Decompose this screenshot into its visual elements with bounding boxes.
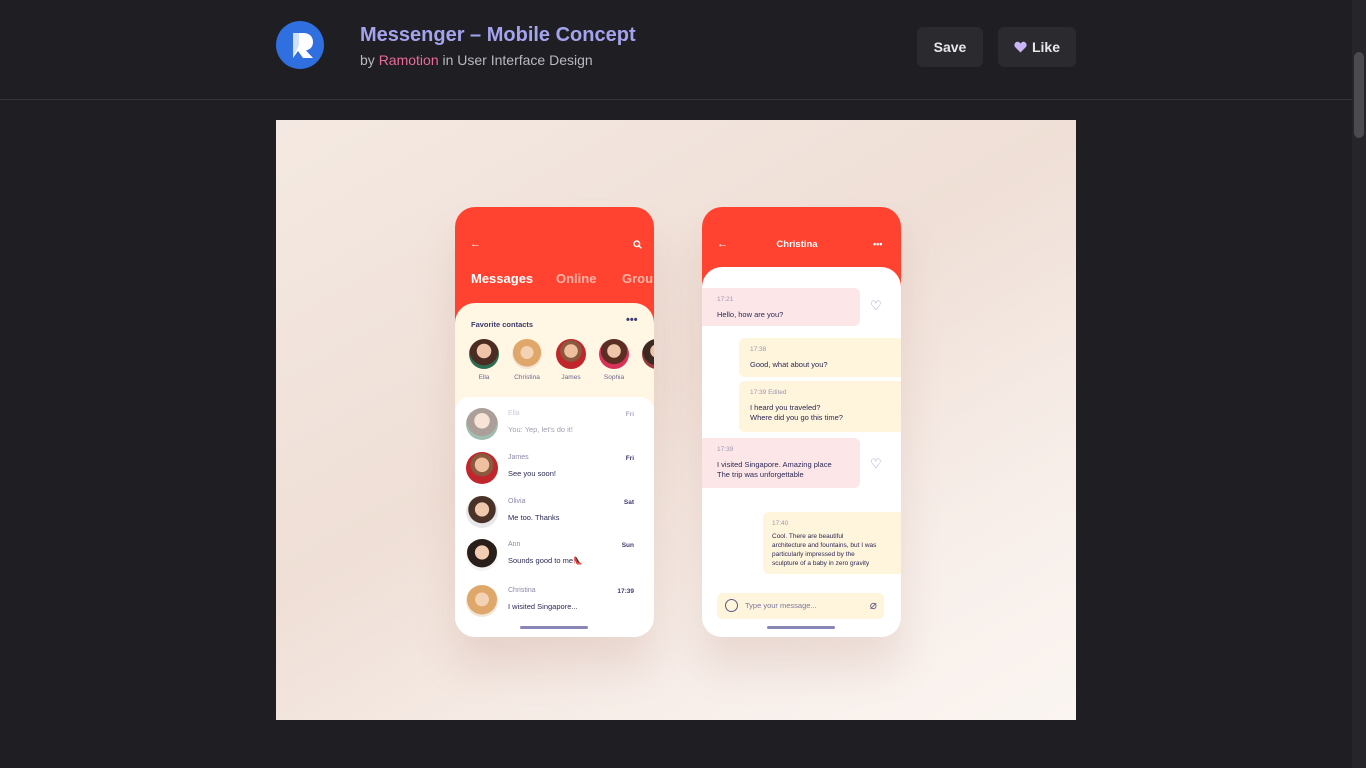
search-icon bbox=[633, 240, 642, 252]
favorite-contact: Ol bbox=[637, 339, 654, 381]
chat-phone: ← Christina ••• 17:21 Hello, how are you… bbox=[702, 207, 901, 637]
favorite-contact: James bbox=[551, 339, 591, 381]
list-item: Ann Sounds good to me👠 Sun bbox=[455, 539, 654, 579]
avatar bbox=[466, 539, 498, 571]
heart-icon: ♡ bbox=[870, 298, 882, 313]
message-bubble: 17:39 I visited Singapore. Amazing place… bbox=[702, 438, 860, 488]
conversation-list: Ella You: Yep, let's do it! Fri James Se… bbox=[455, 397, 654, 637]
list-item: Christina I wisited Singapore... 17:39 bbox=[455, 585, 654, 625]
message-bubble: 17:39 Edited I heard you traveled? Where… bbox=[739, 381, 901, 432]
avatar bbox=[556, 339, 586, 369]
like-label: Like bbox=[1031, 39, 1060, 55]
shot-image: ← Messages Online Grou Favorite contacts… bbox=[276, 120, 1076, 720]
message-composer: Type your message... ⌀ bbox=[717, 593, 884, 619]
by-label: by bbox=[360, 52, 375, 68]
shot-header: Messenger – Mobile Concept by Ramotion i… bbox=[0, 0, 1352, 100]
messages-phone: ← Messages Online Grou Favorite contacts… bbox=[455, 207, 654, 637]
list-item: James See you soon! Fri bbox=[455, 452, 654, 492]
list-item: Ella You: Yep, let's do it! Fri bbox=[455, 408, 654, 448]
message-bubble: 17:38 Good, what about you? bbox=[739, 338, 901, 377]
save-button[interactable]: Save bbox=[917, 27, 983, 67]
message-input-placeholder: Type your message... bbox=[745, 601, 817, 610]
avatar bbox=[642, 339, 654, 369]
more-dots-icon: ••• bbox=[626, 314, 638, 326]
avatar bbox=[466, 585, 498, 617]
shot-byline: by Ramotion in User Interface Design bbox=[360, 52, 593, 68]
ramotion-logo[interactable] bbox=[276, 21, 324, 69]
favorite-contact: Christina bbox=[507, 339, 547, 381]
avatar bbox=[512, 339, 542, 369]
page-scrollbar[interactable] bbox=[1352, 0, 1366, 768]
save-label: Save bbox=[933, 39, 967, 55]
emoji-icon bbox=[725, 599, 738, 612]
avatar bbox=[599, 339, 629, 369]
arrow-left-icon: ← bbox=[470, 238, 481, 250]
avatar bbox=[466, 408, 498, 440]
ramotion-logo-icon bbox=[293, 33, 313, 58]
tab-messages: Messages bbox=[471, 271, 534, 286]
avatar bbox=[466, 452, 498, 484]
message-bubble: 17:40 Cool. There are beautiful architec… bbox=[763, 512, 901, 574]
message-bubble: 17:21 Hello, how are you? bbox=[702, 288, 860, 326]
paperclip-icon: ⌀ bbox=[869, 598, 877, 612]
author-link[interactable]: Ramotion bbox=[379, 52, 439, 68]
shot-title[interactable]: Messenger – Mobile Concept bbox=[360, 24, 636, 47]
tab-groups: Grou bbox=[622, 271, 654, 286]
favorite-contacts: Favorite contacts ••• Ella Christina Jam… bbox=[455, 303, 654, 408]
category-text[interactable]: in User Interface Design bbox=[443, 52, 593, 68]
chat-contact-name: Christina bbox=[776, 239, 818, 250]
scrollbar-thumb[interactable] bbox=[1354, 52, 1364, 138]
more-dots-icon: ••• bbox=[873, 239, 883, 249]
avatar bbox=[466, 496, 498, 528]
like-button[interactable]: Like bbox=[998, 27, 1076, 67]
favorite-contact: Ella bbox=[464, 339, 504, 381]
home-indicator bbox=[520, 626, 588, 629]
favorite-contact: Sophia bbox=[594, 339, 634, 381]
avatar bbox=[469, 339, 499, 369]
list-item: Olivia Me too. Thanks Sat bbox=[455, 496, 654, 536]
home-indicator bbox=[767, 626, 835, 629]
heart-icon: ♡ bbox=[870, 456, 882, 471]
tab-online: Online bbox=[556, 271, 597, 286]
heart-icon bbox=[1014, 41, 1027, 53]
favorites-title: Favorite contacts bbox=[471, 320, 534, 329]
